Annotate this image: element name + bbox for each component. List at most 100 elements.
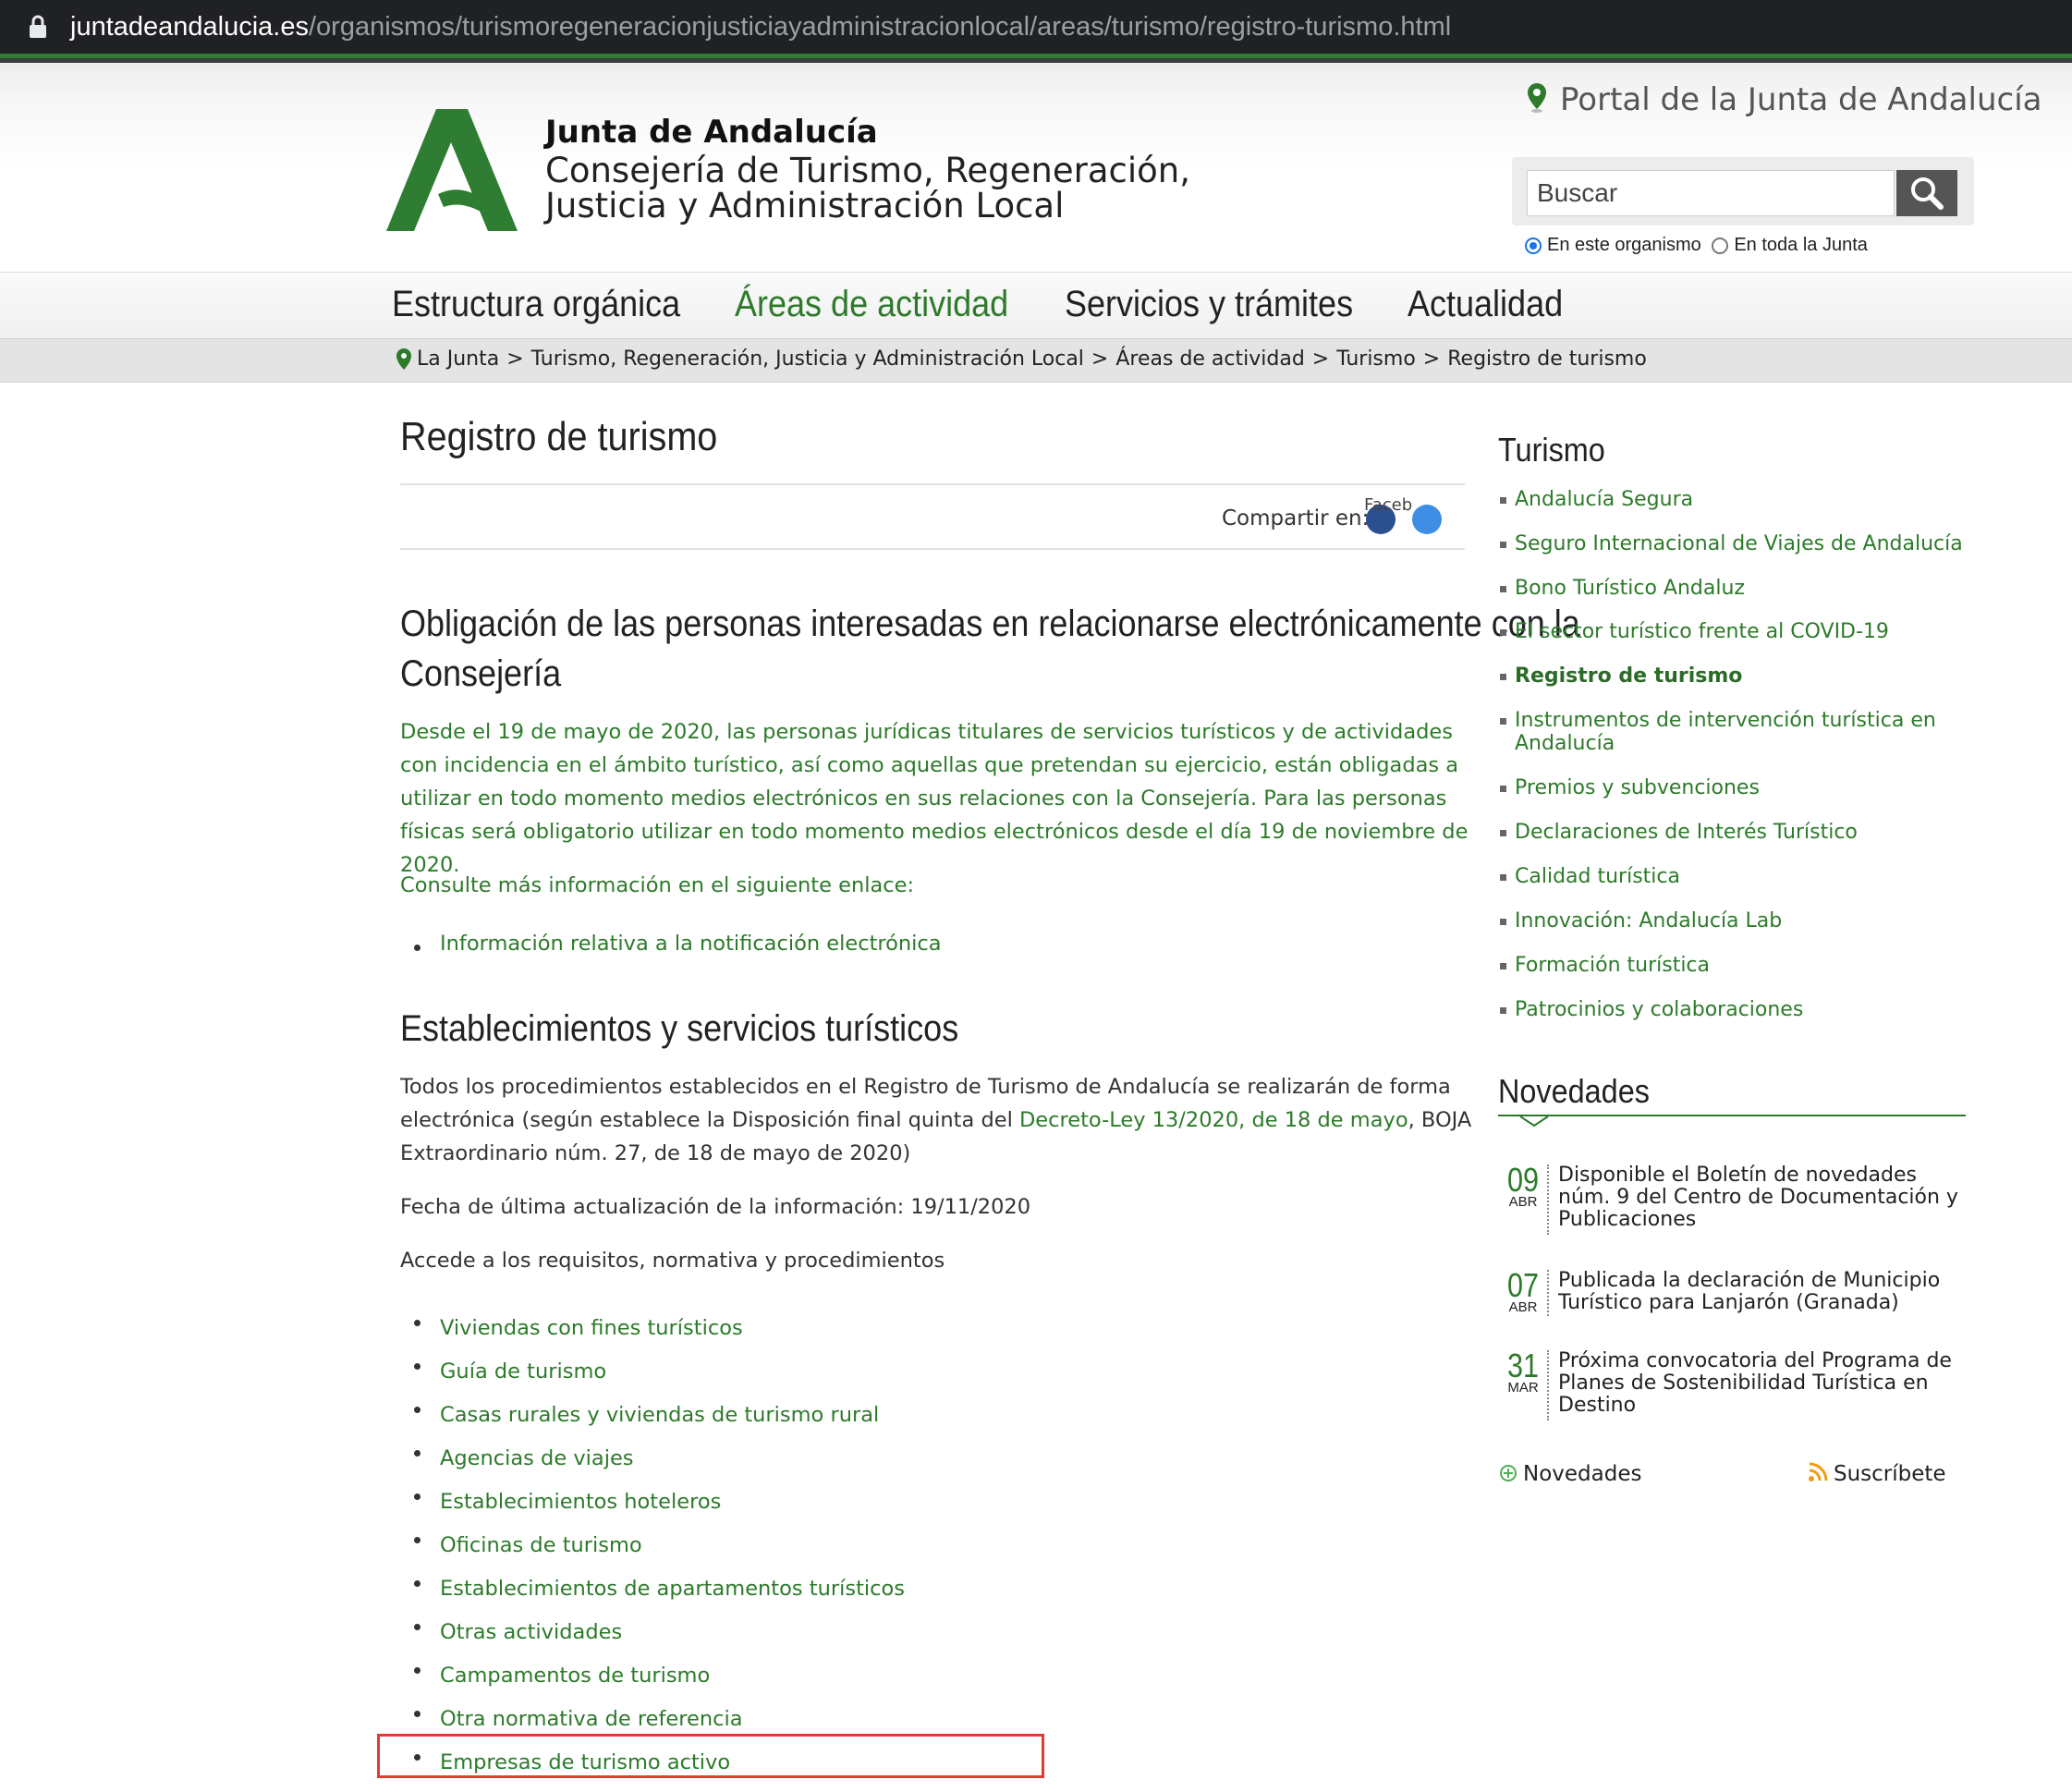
site-header: Junta de Andalucía Consejería de Turismo… <box>0 63 2072 272</box>
sidebar-item-premios[interactable]: Premios y subvenciones <box>1498 776 1979 799</box>
establecimientos-paragraph: Todos los procedimientos establecidos en… <box>400 1070 1472 1170</box>
news-date: 09 ABR <box>1503 1161 1543 1210</box>
link-establecimientos-hoteleros[interactable]: Establecimientos hoteleros <box>400 1481 905 1524</box>
novedades-underline <box>1498 1115 1966 1116</box>
sidebar-item-registro-turismo[interactable]: Registro de turismo <box>1498 664 1979 688</box>
search-input[interactable] <box>1527 170 1895 216</box>
location-pin-icon <box>396 348 411 370</box>
sidebar-item-patrocinios[interactable]: Patrocinios y colaboraciones <box>1498 998 1979 1021</box>
nav-areas-de-actividad[interactable]: Áreas de actividad <box>735 284 1008 325</box>
link-guia-turismo[interactable]: Guía de turismo <box>400 1350 905 1394</box>
title-divider <box>400 483 1465 485</box>
procedure-links: Viviendas con fines turísticos Guía de t… <box>400 1307 905 1785</box>
scope-this-org-label: En este organismo <box>1547 235 1701 255</box>
news-text[interactable]: Próxima convocatoria del Programa de Pla… <box>1558 1350 1965 1417</box>
news-divider <box>1547 1164 1549 1235</box>
lock-icon <box>30 15 46 38</box>
main-nav: Estructura orgánica Áreas de actividad S… <box>0 272 2072 339</box>
sidebar-item-instrumentos[interactable]: Instrumentos de intervención turística e… <box>1498 709 1979 755</box>
org-subtitle-line-2: Justicia y Administración Local <box>545 186 1065 226</box>
sidebar-item-innovacion[interactable]: Innovación: Andalucía Lab <box>1498 909 1979 933</box>
sidebar-menu: Andalucía Segura Seguro Internacional de… <box>1498 481 1979 1021</box>
breadcrumb-separator: > <box>1422 347 1441 371</box>
location-pin-icon <box>1528 83 1546 113</box>
search-scope: En este organismo En toda la Junta <box>1525 235 1873 256</box>
subscribe-label: Suscríbete <box>1834 1462 1946 1486</box>
breadcrumb-separator: > <box>506 347 524 371</box>
search-button[interactable] <box>1896 170 1957 216</box>
sidebar-item-seguro-internacional[interactable]: Seguro Internacional de Viajes de Andalu… <box>1498 532 1979 555</box>
breadcrumb-item-consejeria[interactable]: Turismo, Regeneración, Justicia y Admini… <box>531 347 1084 371</box>
news-date: 31 MAR <box>1503 1349 1543 1396</box>
last-updated-text: Fecha de última actualización de la info… <box>400 1195 1031 1219</box>
scope-this-org[interactable]: En este organismo <box>1525 235 1701 256</box>
nav-actualidad[interactable]: Actualidad <box>1408 284 1563 325</box>
sidebar-item-covid[interactable]: El sector turístico frente al COVID-19 <box>1498 620 1979 643</box>
link-casas-rurales[interactable]: Casas rurales y viviendas de turismo rur… <box>400 1394 905 1437</box>
sidebar-title-novedades: Novedades <box>1498 1072 1650 1110</box>
breadcrumb-item-la-junta[interactable]: La Junta <box>417 347 499 371</box>
link-agencias-viajes[interactable]: Agencias de viajes <box>400 1437 905 1481</box>
breadcrumb-item-turismo[interactable]: Turismo <box>1336 347 1416 371</box>
magnifier-icon <box>1911 177 1944 210</box>
radio-unselected-icon <box>1712 238 1729 254</box>
consult-text: Consulte más información en el siguiente… <box>400 873 915 897</box>
news-item: 07 ABR Publicada la declaración de Munic… <box>1503 1269 1965 1316</box>
novedades-footer-label: Novedades <box>1523 1462 1642 1486</box>
load-progress <box>0 54 2072 58</box>
sidebar-item-calidad[interactable]: Calidad turística <box>1498 865 1979 888</box>
link-campamentos-turismo[interactable]: Campamentos de turismo <box>400 1654 905 1698</box>
section-heading-line-1: Obligación de las personas interesadas e… <box>400 603 1580 644</box>
search-box <box>1512 157 1974 226</box>
link-viviendas-fines-turisticos[interactable]: Viviendas con fines turísticos <box>400 1307 905 1350</box>
news-text[interactable]: Disponible el Boletín de novedades núm. … <box>1558 1164 1965 1231</box>
section-heading-line-2: Consejería <box>400 653 562 694</box>
org-subtitle: Consejería de Turismo, Regeneración, Jus… <box>545 153 1192 224</box>
sidebar-item-declaraciones[interactable]: Declaraciones de Interés Turístico <box>1498 821 1979 844</box>
breadcrumb: La Junta > Turismo, Regeneración, Justicia… <box>0 338 2072 383</box>
subscribe-link[interactable]: Suscríbete <box>1808 1462 1946 1486</box>
sidebar-item-formacion[interactable]: Formación turística <box>1498 954 1979 977</box>
share-label: Compartir en: <box>1222 506 1370 530</box>
link-otras-actividades[interactable]: Otras actividades <box>400 1611 905 1654</box>
junta-andalucia-logo[interactable] <box>386 109 518 231</box>
breadcrumb-separator: > <box>1311 347 1330 371</box>
section-heading-establecimientos: Establecimientos y servicios turísticos <box>400 1008 959 1049</box>
obligacion-paragraph: Desde el 19 de mayo de 2020, las persona… <box>400 720 1469 877</box>
sidebar-item-andalucia-segura[interactable]: Andalucía Segura <box>1498 488 1979 511</box>
scope-all-junta[interactable]: En toda la Junta <box>1712 235 1868 256</box>
highlight-box <box>377 1734 1044 1778</box>
scope-all-junta-label: En toda la Junta <box>1734 235 1868 255</box>
notification-links: Información relativa a la notificación e… <box>400 932 942 956</box>
news-date: 07 ABR <box>1503 1269 1543 1315</box>
address-url[interactable]: juntadeandalucia.es/organismos/turismore… <box>70 8 1451 45</box>
sidebar-title-turismo: Turismo <box>1498 431 1605 469</box>
plus-circle-icon <box>1500 1465 1517 1481</box>
access-text: Accede a los requisitos, normativa y pro… <box>400 1249 945 1273</box>
facebook-alt-text: Faceb <box>1364 495 1413 515</box>
news-text[interactable]: Publicada la declaración de Municipio Tu… <box>1558 1270 1965 1314</box>
news-day: 09 <box>1506 1161 1540 1199</box>
portal-link-label: Portal de la Junta de Andalucía <box>1560 81 2042 118</box>
nav-servicios-y-tramites[interactable]: Servicios y trámites <box>1065 284 1353 325</box>
news-item: 09 ABR Disponible el Boletín de novedade… <box>1503 1164 1965 1235</box>
section-heading-obligacion: Obligación de las personas interesadas e… <box>400 599 1580 699</box>
link-apartamentos-turisticos[interactable]: Establecimientos de apartamentos turísti… <box>400 1567 905 1611</box>
chevron-down-icon <box>1519 1115 1549 1128</box>
breadcrumb-item-areas[interactable]: Áreas de actividad <box>1115 347 1304 371</box>
share-bar: Compartir en: Faceb <box>1222 495 1442 534</box>
url-domain: juntadeandalucia.es <box>70 12 309 42</box>
link-oficinas-turismo[interactable]: Oficinas de turismo <box>400 1524 905 1567</box>
radio-selected-icon <box>1525 238 1542 254</box>
portal-link[interactable]: Portal de la Junta de Andalucía <box>1527 81 2042 118</box>
news-divider <box>1547 1270 1549 1316</box>
nav-estructura-organica[interactable]: Estructura orgánica <box>392 284 680 325</box>
decreto-ley-link[interactable]: Decreto-Ley 13/2020, de 18 de mayo <box>1019 1108 1408 1132</box>
link-notificacion-electronica[interactable]: Información relativa a la notificación e… <box>400 932 942 956</box>
page-title: Registro de turismo <box>400 414 718 459</box>
browser-address-bar[interactable]: juntadeandalucia.es/organismos/turismore… <box>0 0 2072 54</box>
twitter-icon[interactable] <box>1412 505 1442 534</box>
novedades-footer-link[interactable]: Novedades <box>1499 1462 1641 1486</box>
breadcrumb-separator: > <box>1091 347 1109 371</box>
sidebar-item-bono-turistico[interactable]: Bono Turístico Andaluz <box>1498 577 1979 600</box>
